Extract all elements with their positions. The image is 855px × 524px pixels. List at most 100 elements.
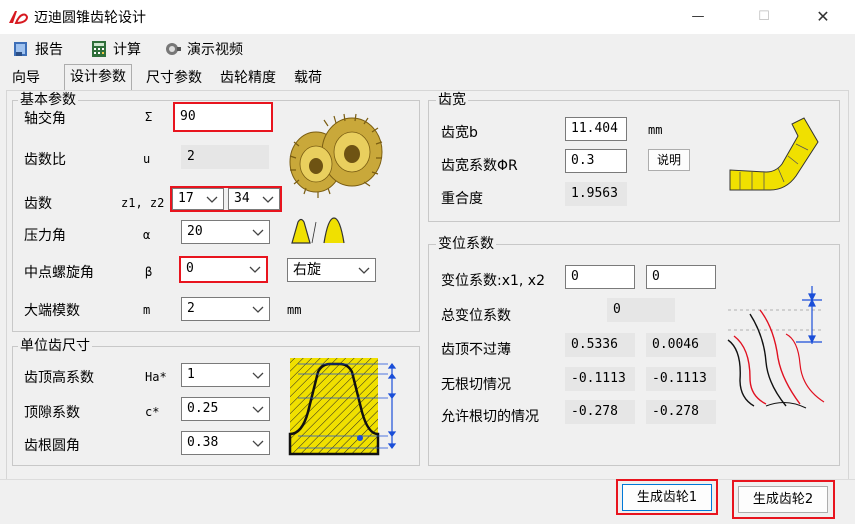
pressure-angle-symbol: α [143,228,151,242]
spiral-angle-select[interactable]: 0 [179,256,268,283]
module-unit: mm [287,303,302,317]
chevron-down-icon [252,306,264,313]
tip-thickness-x2: 0.0046 [646,333,716,357]
calculate-label: 计算 [113,42,141,58]
module-label: 大端模数 [24,303,80,319]
app-logo-icon [9,11,28,25]
face-width-diagram-icon [729,117,819,191]
face-width-title: 齿宽 [436,92,468,108]
gear-ratio-symbol: u [143,152,151,166]
shaft-angle-symbol: Σ [145,110,153,124]
total-shift-label: 总变位系数 [441,308,511,324]
face-width-coef-input[interactable]: 0.3 [565,149,627,173]
tab-gear-precision[interactable]: 齿轮精度 [214,66,282,90]
pressure-angle-select[interactable]: 20 [181,220,270,244]
title-bar: 迈迪圆锥齿轮设计 — ☐ ✕ [0,0,855,34]
face-width-label: 齿宽b [441,125,478,141]
spiral-hand-value: 右旋 [293,262,321,278]
tab-size-params-label: 尺寸参数 [146,70,202,86]
z1-value: 17 [178,191,194,206]
shift-coef-title: 变位系数 [436,236,496,252]
allowed-undercut-x2: -0.278 [646,400,716,424]
contact-ratio-value: 1.9563 [565,182,627,206]
clearance-symbol: c* [145,405,160,419]
chevron-down-icon [249,266,261,273]
teeth-symbol: z1, z2 [121,196,165,210]
allowed-undercut-label: 允许根切的情况 [441,409,539,425]
shaft-angle-input[interactable]: 90 [173,102,273,132]
minimize-button[interactable]: — [675,0,721,34]
chevron-down-icon [252,406,264,413]
toolbar: 报告 计算 演示视频 [0,34,855,64]
root-fillet-select[interactable]: 0.38 [181,431,270,455]
root-fillet-label: 齿根圆角 [24,438,80,454]
spiral-angle-value: 0 [186,261,194,276]
shift-x1-input[interactable]: 0 [565,265,635,289]
face-width-coef-label: 齿宽系数ΦR [441,158,518,174]
tab-design-params-label: 设计参数 [70,69,126,85]
shift-x-label: 变位系数:x1, x2 [441,273,546,289]
module-symbol: m [143,303,151,317]
tab-load-label: 载荷 [294,70,322,86]
spiral-angle-label: 中点螺旋角 [24,265,94,281]
addendum-label: 齿顶高系数 [24,370,94,386]
tab-design-params[interactable]: 设计参数 [64,64,132,92]
face-width-unit: mm [648,123,663,137]
face-width-value[interactable]: 11.404 [565,117,627,141]
tab-guide[interactable]: 向导 [6,66,46,90]
maximize-button[interactable]: ☐ [741,0,787,34]
clearance-value: 0.25 [187,401,219,416]
tip-thickness-x1: 0.5336 [565,333,635,357]
tab-guide-label: 向导 [12,70,40,86]
clearance-select[interactable]: 0.25 [181,397,270,421]
unit-size-title: 单位齿尺寸 [18,338,92,354]
close-button[interactable]: ✕ [800,0,846,34]
shaft-angle-label: 轴交角 [24,111,66,127]
allowed-undercut-x1: -0.278 [565,400,635,424]
shift-x2-input[interactable]: 0 [646,265,716,289]
tooth-profile-icon [291,217,345,244]
z2-value: 34 [234,191,250,206]
tab-size-params[interactable]: 尺寸参数 [140,66,208,90]
calculator-icon [92,41,106,57]
root-fillet-value: 0.38 [187,435,219,450]
z1-select[interactable]: 17 [172,188,224,210]
chevron-down-icon [252,229,264,236]
chevron-down-icon [358,267,370,274]
generate-gear2-button[interactable]: 生成齿轮2 [738,486,828,513]
tab-strip: 向导 设计参数 尺寸参数 齿轮精度 载荷 [0,64,855,92]
bevel-gear-pair-icon [289,113,383,198]
calculate-button[interactable]: 计算 [90,38,141,60]
clearance-label: 顶隙系数 [24,405,80,421]
chevron-down-icon [262,196,274,203]
module-value: 2 [187,301,195,316]
chevron-down-icon [252,372,264,379]
tab-load[interactable]: 载荷 [288,66,328,90]
tooth-dimension-diagram-icon [288,358,397,456]
z2-select[interactable]: 34 [228,188,280,210]
module-select[interactable]: 2 [181,297,270,321]
tab-gear-precision-label: 齿轮精度 [220,70,276,86]
chevron-down-icon [252,440,264,447]
basic-params-title: 基本参数 [18,92,78,108]
explain-button[interactable]: 说明 [648,149,690,171]
no-undercut-x1: -0.1113 [565,367,635,391]
report-label: 报告 [35,42,63,58]
demo-video-button[interactable]: 演示视频 [164,38,243,60]
spiral-hand-select[interactable]: 右旋 [287,258,376,282]
generate-gear1-button[interactable]: 生成齿轮1 [622,484,712,511]
tip-thickness-label: 齿顶不过薄 [441,342,511,358]
total-shift-value: 0 [607,298,675,322]
addendum-value: 1 [187,367,195,382]
chevron-down-icon [206,196,218,203]
window-title: 迈迪圆锥齿轮设计 [34,10,146,26]
report-button[interactable]: 报告 [12,38,63,60]
video-camera-icon [166,43,181,55]
pressure-angle-label: 压力角 [24,228,66,244]
minimize-icon: — [691,9,705,24]
no-undercut-x2: -0.1113 [646,367,716,391]
demo-video-label: 演示视频 [187,42,243,58]
addendum-select[interactable]: 1 [181,363,270,387]
no-undercut-label: 无根切情况 [441,377,511,393]
pressure-angle-value: 20 [187,224,203,239]
